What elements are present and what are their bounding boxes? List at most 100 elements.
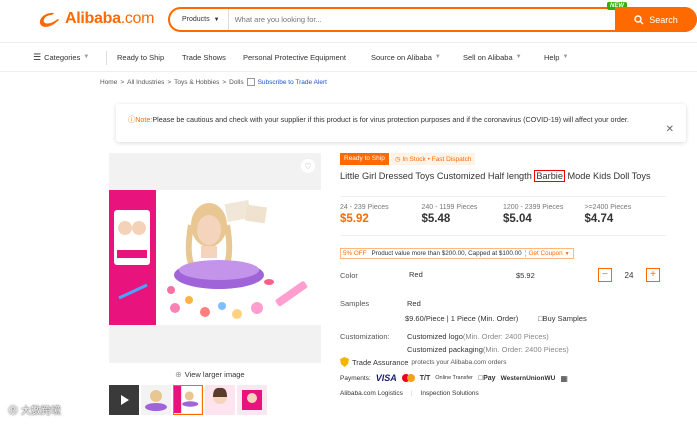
price-tier: >=2400 Pieces $4.74 (585, 197, 667, 235)
mastercard-icon (401, 374, 415, 382)
product-title: Little Girl Dressed Toys Customized Half… (340, 170, 651, 182)
search-category-select[interactable]: Products ▼ (170, 9, 229, 30)
clock-icon: ◷ (394, 156, 401, 163)
breadcrumb-dolls[interactable]: Dolls (229, 79, 243, 86)
breadcrumb-home[interactable]: Home (100, 79, 117, 86)
thumbnail-photo (141, 385, 171, 415)
nav-help-label: Help (544, 52, 560, 62)
get-coupon-label: Get Coupon (528, 250, 563, 257)
heart-icon[interactable]: ♡ (301, 159, 315, 173)
tier-quantity: 1200 - 2399 Pieces (503, 204, 564, 211)
chevron-down-icon: ▼ (564, 250, 570, 257)
thumbnail-image[interactable] (237, 385, 267, 415)
payments-row: Payments: VISA T/T Online Transfer Pay … (340, 373, 568, 383)
logistics-row: Alibaba.com Logistics | Inspection Solut… (340, 390, 479, 397)
notice-label: Note: (135, 115, 153, 124)
chevron-down-icon: ▼ (562, 54, 569, 60)
samples-value: Red (407, 299, 421, 308)
in-stock-tag: ◷ In Stock • Fast Dispatch (390, 153, 476, 165)
subscribe-checkbox[interactable] (246, 78, 255, 86)
chevron-down-icon: ▼ (515, 54, 522, 60)
nav-source-label: Source on Alibaba (371, 52, 432, 62)
view-larger-label: View larger image (184, 370, 245, 379)
view-larger-image-button[interactable]: ⊕ View larger image (175, 370, 245, 379)
thumbnail-photo (174, 386, 201, 413)
price-tier: 24 - 239 Pieces $5.92 (340, 197, 422, 235)
buy-samples-link[interactable]: □Buy Samples (538, 314, 587, 323)
nav-item-ppe[interactable]: Personal Protective Equipment (243, 53, 346, 62)
product-photo (109, 190, 321, 325)
logistics-link[interactable]: Alibaba.com Logistics (340, 390, 403, 397)
promo-description: Product value more than $200.00, Capped … (371, 250, 522, 257)
title-part: Little Girl Dressed Toys Customized Half… (340, 171, 535, 181)
color-label: Color (340, 271, 358, 280)
header: Alibaba.com Products ▼ NEW Search (0, 0, 697, 42)
online-transfer-payment: Online Transfer (435, 375, 473, 381)
color-option-red[interactable]: Red (409, 270, 423, 279)
search-category-label: Products (182, 16, 210, 23)
close-icon[interactable]: ✕ (666, 124, 674, 136)
thumbnail-photo (205, 385, 235, 415)
play-icon (121, 395, 129, 405)
search-button[interactable]: Search (615, 7, 697, 32)
shield-icon (340, 357, 349, 367)
tier-price: $5.92 (340, 213, 369, 225)
breadcrumb: Home > All Industries > Toys & Hobbies > Do… (100, 78, 327, 86)
customization-row: Customization: Customized logo(Min. Orde… (340, 332, 569, 354)
nav-item-trade-shows[interactable]: Trade Shows (182, 53, 226, 62)
thumbnail-video[interactable] (109, 385, 139, 415)
thumbnail-image[interactable] (205, 385, 235, 415)
thumbnail-image-active[interactable] (173, 385, 203, 415)
trade-assurance[interactable]: Trade Assurance protects your Alibaba.co… (340, 357, 506, 367)
chevron-down-icon: ▼ (83, 54, 90, 60)
chevron-down-icon: ▼ (213, 16, 220, 23)
title-part: Mode Kids Doll Toys (564, 171, 651, 181)
breadcrumb-toys[interactable]: Toys & Hobbies (174, 79, 219, 86)
title-highlight-barbie: Barbie (534, 170, 565, 182)
product-tags: Ready to Ship ◷ In Stock • Fast Dispatch (340, 153, 476, 165)
nav-item-sell[interactable]: Sell on Alibaba ▼ (463, 53, 522, 62)
alibaba-logo-icon (39, 12, 59, 27)
nav-item-ready-to-ship[interactable]: Ready to Ship (117, 53, 164, 62)
payments-label: Payments: (340, 374, 371, 382)
tier-quantity: 240 - 1199 Pieces (421, 204, 478, 211)
tier-price: $5.48 (421, 213, 451, 225)
trade-assurance-text: protects your Alibaba.com orders (411, 358, 507, 366)
samples-row: Samples Red (340, 299, 421, 308)
main-product-image[interactable]: ♡ (109, 153, 321, 363)
quantity-value[interactable]: 24 (612, 271, 646, 280)
subscribe-trade-alert-link[interactable]: Subscribe to Trade Alert (258, 79, 327, 86)
increment-button[interactable]: + (646, 268, 660, 282)
tier-quantity: 24 - 239 Pieces (340, 204, 389, 211)
buy-samples-label: Buy Samples (542, 314, 587, 323)
categories-label: Categories (44, 52, 81, 62)
custom-logo-note: (Min. Order: 2400 Pieces) (462, 332, 549, 341)
price-tiers: 24 - 239 Pieces $5.92 240 - 1199 Pieces … (340, 196, 666, 236)
custom-logo-label: Customized logo (407, 332, 463, 341)
samples-price: $9.60/Piece | 1 Piece (Min. Order) (405, 314, 519, 323)
nav-item-source[interactable]: Source on Alibaba ▼ (371, 53, 441, 62)
breadcrumb-all-industries[interactable]: All Industries (127, 79, 164, 86)
promo-discount: 5% OFF (343, 250, 367, 257)
inspection-link[interactable]: Inspection Solutions (421, 390, 479, 397)
decrement-button[interactable]: − (598, 268, 612, 282)
categories-menu[interactable]: ☰ Categories ▼ (33, 52, 89, 63)
covid-notice: ⓘNote:Please be cautious and check with … (116, 104, 686, 142)
alibaba-logo[interactable]: Alibaba.com (37, 9, 154, 29)
thumbnail-image[interactable] (141, 385, 171, 415)
western-union-payment: WesternUnionWU (495, 374, 556, 382)
search-input[interactable] (228, 15, 673, 24)
tier-quantity: >=2400 Pieces (584, 204, 632, 211)
apple-pay-payment: Pay (478, 375, 496, 382)
nav-item-help[interactable]: Help ▼ (544, 53, 568, 62)
tier-price: $5.04 (503, 213, 532, 225)
search-button-label: Search (649, 14, 678, 25)
logo-text: Alibaba (65, 10, 121, 27)
in-stock-label: In Stock (402, 156, 426, 163)
thumbnail-strip (109, 385, 267, 415)
promo-banner: 5% OFF Product value more than $200.00, … (340, 248, 574, 259)
trade-assurance-title: Trade Assurance (352, 357, 409, 367)
customization-label: Customization: (340, 332, 390, 341)
search-bar: Products ▼ NEW Search (168, 2, 697, 32)
get-coupon-button[interactable]: Get Coupon ▼ (524, 250, 573, 257)
